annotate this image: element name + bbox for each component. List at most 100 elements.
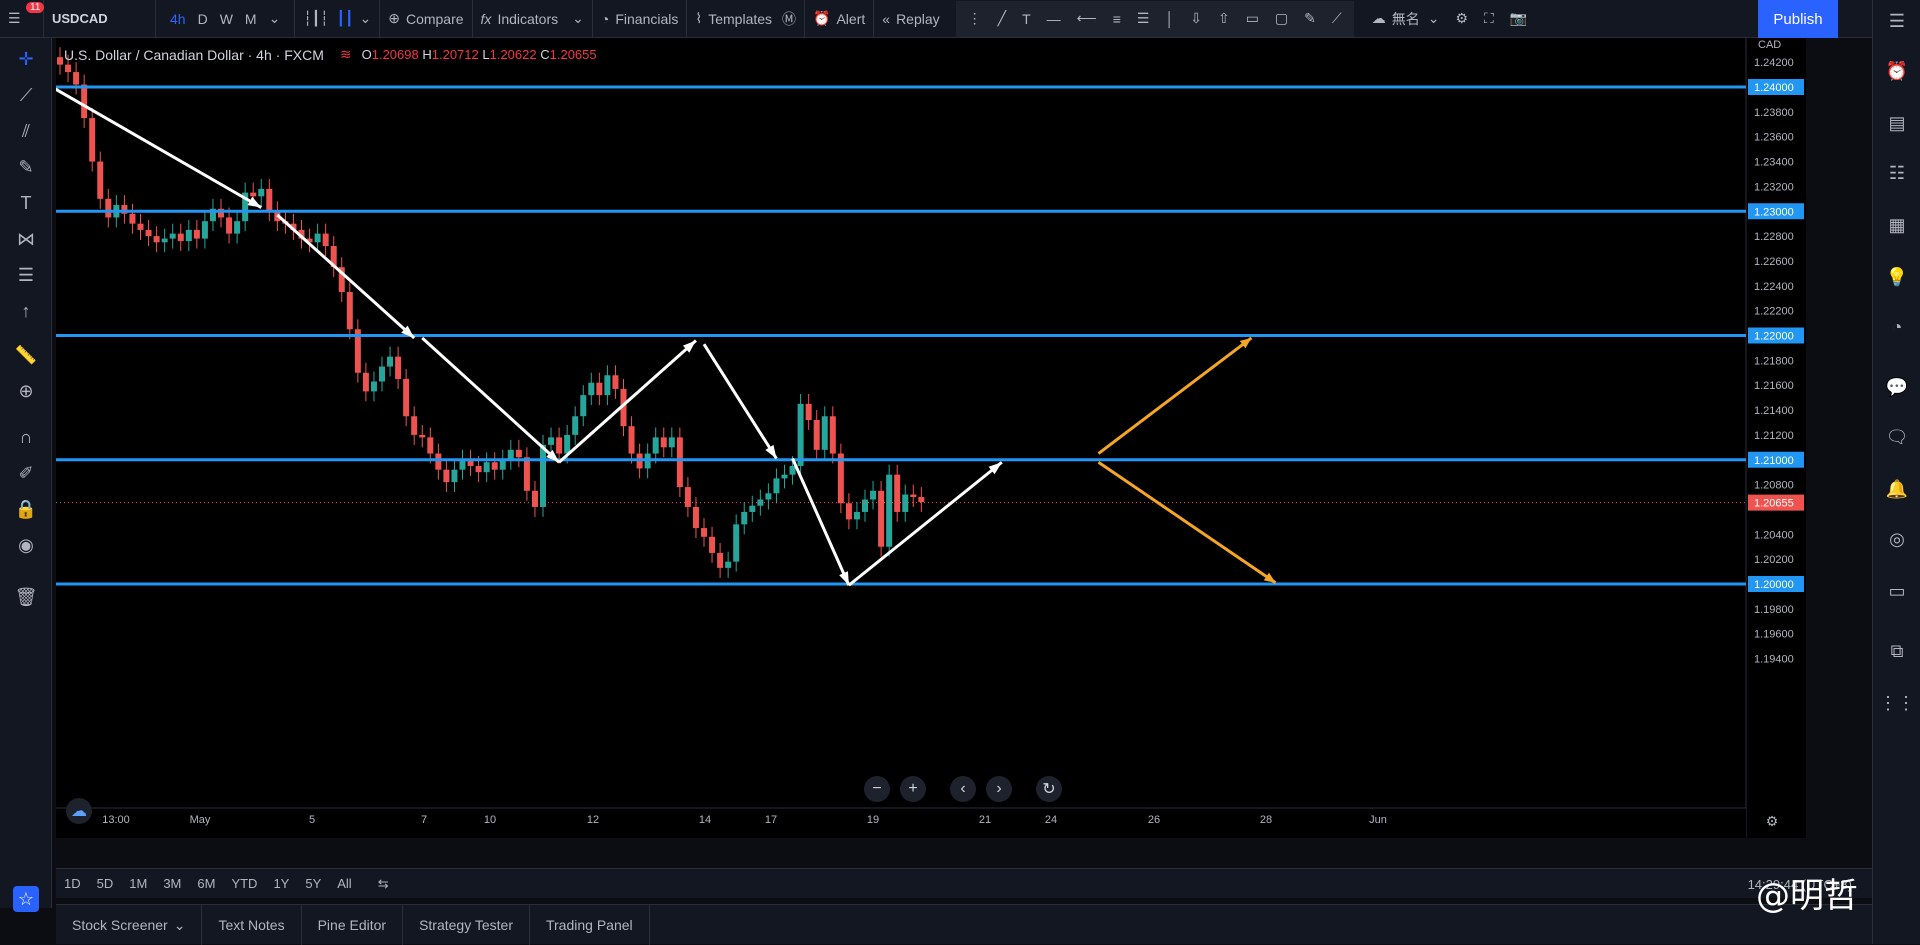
- financials-button[interactable]: ◔ Financials: [593, 0, 688, 38]
- range-1y[interactable]: 1Y: [265, 876, 297, 891]
- fib-tool-icon[interactable]: ⫽: [13, 118, 39, 144]
- range-3m[interactable]: 3M: [155, 876, 189, 891]
- range-ytd[interactable]: YTD: [223, 876, 265, 891]
- alert-button[interactable]: ⏰ Alert: [805, 0, 875, 38]
- trend-line-icon[interactable]: ╱: [998, 10, 1006, 27]
- settings-button[interactable]: ⚙: [1447, 0, 1476, 38]
- symbol-search[interactable]: USDCAD: [44, 0, 156, 38]
- lock-icon[interactable]: 🔒: [13, 496, 39, 522]
- pattern-tool-icon[interactable]: ⋈: [13, 226, 39, 252]
- date-range-icon[interactable]: ⇆: [370, 876, 397, 892]
- scroll-right-button[interactable]: ›: [986, 776, 1012, 802]
- drawing-floating-toolbar: ⋮ ╱ T — ⟵ ≡ ☰ │ ⇩ ⇧ ▭ ▢ ✎ ⟋: [955, 0, 1354, 37]
- drag-handle-icon[interactable]: ⋮: [968, 10, 982, 27]
- broadcast-icon[interactable]: ◎: [1884, 526, 1910, 552]
- dom-icon[interactable]: ⋮⋮: [1879, 690, 1915, 716]
- candle-body: [515, 449, 522, 458]
- snapshot-button[interactable]: 📷: [1502, 0, 1535, 38]
- parallel-channel-icon[interactable]: ≡: [1113, 11, 1121, 27]
- menu-button[interactable]: ☰ 11: [0, 0, 45, 38]
- range-1d[interactable]: 1D: [56, 876, 89, 891]
- tab-pine-editor[interactable]: Pine Editor: [302, 905, 404, 945]
- ruler-icon[interactable]: 📏: [13, 342, 39, 368]
- eye-icon[interactable]: ◉: [13, 532, 39, 558]
- compare-button[interactable]: ⊕ Compare: [380, 0, 473, 38]
- arrow-up-icon[interactable]: ⇧: [1218, 10, 1230, 27]
- range-all[interactable]: All: [329, 876, 359, 891]
- timeframe-d[interactable]: D: [192, 11, 214, 27]
- messages-icon[interactable]: 🗨: [1884, 424, 1910, 450]
- templates-button[interactable]: ⌇ Templates Ⓜ: [687, 0, 806, 38]
- text-icon[interactable]: T: [1022, 11, 1031, 27]
- brush-tool-icon[interactable]: ✎: [13, 154, 39, 180]
- vertical-line-icon[interactable]: │: [1165, 11, 1174, 27]
- brush-icon[interactable]: ✎: [1304, 10, 1316, 27]
- crosshair-icon[interactable]: ✛: [13, 46, 39, 72]
- horizontal-line-icon[interactable]: ⟵: [1077, 10, 1097, 27]
- indicators-button[interactable]: fx Indicators ⌄: [473, 0, 593, 38]
- replay-button[interactable]: « Replay: [874, 0, 947, 38]
- callout-icon[interactable]: ▭: [1246, 10, 1259, 27]
- tab-text-notes[interactable]: Text Notes: [202, 905, 302, 945]
- chart-type-button[interactable]: ┆┃┆ ┃┃ ⌄: [295, 0, 381, 38]
- axis-settings-gear-icon: ⚙: [1766, 813, 1779, 829]
- timeframe-m[interactable]: M: [239, 11, 263, 27]
- tab-trading-panel[interactable]: Trading Panel: [530, 905, 650, 945]
- alarm-clock-icon[interactable]: ⏰: [1884, 58, 1910, 84]
- zoom-out-button[interactable]: −: [864, 776, 890, 802]
- notifications-icon[interactable]: 🔔: [1884, 476, 1910, 502]
- range-5d[interactable]: 5D: [89, 876, 122, 891]
- chart-area[interactable]: 1.24200 1.23800 1.23600 1.23400 1.23200 1.228…: [51, 38, 1806, 838]
- magnet-icon[interactable]: ∩: [13, 424, 39, 450]
- range-1m[interactable]: 1M: [121, 876, 155, 891]
- gear-icon: ⚙: [1455, 10, 1468, 26]
- author-watermark: @明哲: [1756, 876, 1858, 916]
- hotlist-icon[interactable]: ☷: [1884, 160, 1910, 186]
- chat-icon[interactable]: 💬: [1884, 374, 1910, 400]
- candle-body: [845, 503, 852, 520]
- order-panel-icon[interactable]: ⧉: [1884, 638, 1910, 664]
- scroll-left-button[interactable]: ‹: [950, 776, 976, 802]
- alert-label: Alert: [836, 10, 866, 27]
- arrow-up-tool-icon[interactable]: ↑: [13, 298, 39, 324]
- timeframe-w[interactable]: W: [214, 11, 239, 27]
- streams-icon[interactable]: ◔: [1884, 314, 1910, 340]
- candle-body: [701, 528, 707, 537]
- price-tick-label: 1.19400: [1754, 654, 1794, 666]
- chevron-down-icon[interactable]: ⌄: [263, 10, 287, 27]
- prediction-tool-icon[interactable]: ☰: [13, 262, 39, 288]
- candle-body: [910, 494, 917, 498]
- ruler-icon[interactable]: ⟋: [1332, 10, 1342, 27]
- candle-body: [604, 375, 611, 396]
- tab-strategy-tester[interactable]: Strategy Tester: [403, 905, 530, 945]
- candle-body: [97, 161, 104, 199]
- range-6m[interactable]: 6M: [189, 876, 223, 891]
- tradingview-logo-icon[interactable]: ☁: [66, 798, 92, 824]
- star-icon[interactable]: ☆: [13, 886, 39, 912]
- trend-line-tool-icon[interactable]: ⟋: [13, 82, 39, 108]
- candle-body: [266, 188, 273, 212]
- chat-bubble-icon[interactable]: ▭: [1884, 578, 1910, 604]
- publish-button[interactable]: Publish: [1758, 0, 1838, 38]
- tab-stock-screener[interactable]: Stock Screener ⌄: [56, 905, 203, 945]
- ideas-icon[interactable]: 💡: [1884, 264, 1910, 290]
- calendar-icon[interactable]: ▦: [1884, 212, 1910, 238]
- text-tool-icon[interactable]: T: [13, 190, 39, 216]
- pitchfork-icon[interactable]: ☰: [1137, 10, 1150, 27]
- stay-in-drawing-icon[interactable]: ✐: [13, 460, 39, 486]
- compare-label: Compare: [405, 10, 464, 27]
- range-5y[interactable]: 5Y: [297, 876, 329, 891]
- fullscreen-button[interactable]: ⛶: [1476, 0, 1502, 38]
- watchlist-icon[interactable]: ☰: [1884, 8, 1910, 34]
- zoom-in-icon[interactable]: ⊕: [13, 378, 39, 404]
- horizontal-ray-icon[interactable]: —: [1047, 11, 1061, 27]
- data-window-icon[interactable]: ▤: [1884, 110, 1910, 136]
- zoom-in-button[interactable]: +: [900, 776, 926, 802]
- waves-icon[interactable]: ≋: [340, 46, 352, 63]
- trash-icon[interactable]: 🗑: [13, 584, 39, 610]
- timeframe-4h[interactable]: 4h: [164, 11, 192, 27]
- rectangle-icon[interactable]: ▢: [1275, 10, 1288, 27]
- arrow-down-icon[interactable]: ⇩: [1190, 10, 1202, 27]
- layout-name-button[interactable]: ☁ 無名 ⌄: [1364, 0, 1448, 38]
- reset-chart-button[interactable]: ↻: [1036, 776, 1062, 802]
